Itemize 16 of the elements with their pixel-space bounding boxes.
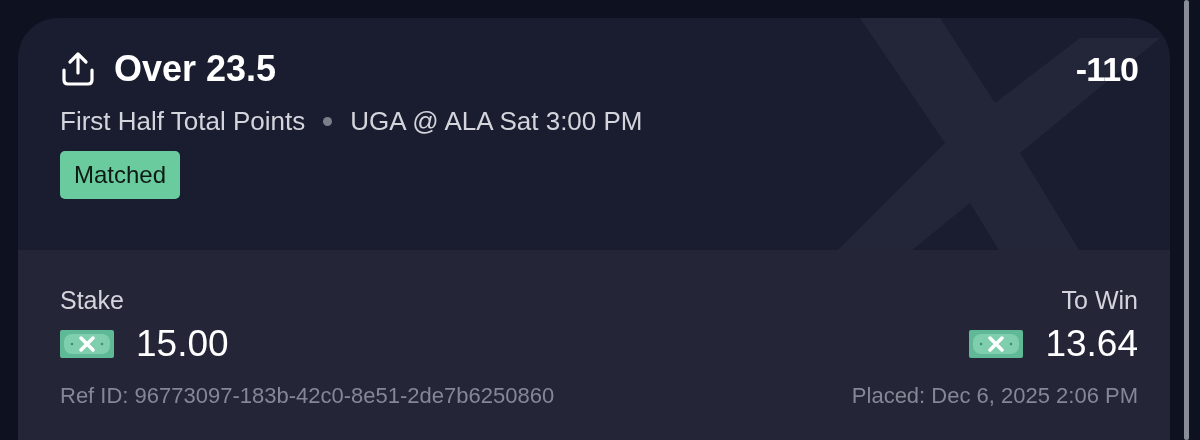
odds: -110 <box>1075 49 1138 89</box>
to-win-amount: 13.64 <box>1045 323 1138 365</box>
bet-title: Over 23.5 <box>114 48 277 90</box>
to-win-label: To Win <box>1061 286 1138 315</box>
share-icon[interactable] <box>60 51 96 87</box>
placed-time: Placed: Dec 6, 2025 2:06 PM <box>851 383 1138 409</box>
scrollbar[interactable] <box>1184 0 1189 440</box>
separator-dot-icon <box>323 117 333 126</box>
cash-icon <box>60 330 114 358</box>
stake-amount: 15.00 <box>136 323 229 365</box>
stake-label: Stake <box>60 286 124 315</box>
status-badge: Matched <box>60 151 181 199</box>
cash-icon <box>969 330 1024 358</box>
ref-id: Ref ID: 96773097-183b-42c0-8e51-2de7b6250860 <box>60 383 555 409</box>
market-name: First Half Total Points <box>60 106 306 137</box>
event-info: UGA @ ALA Sat 3:00 PM <box>350 106 643 137</box>
